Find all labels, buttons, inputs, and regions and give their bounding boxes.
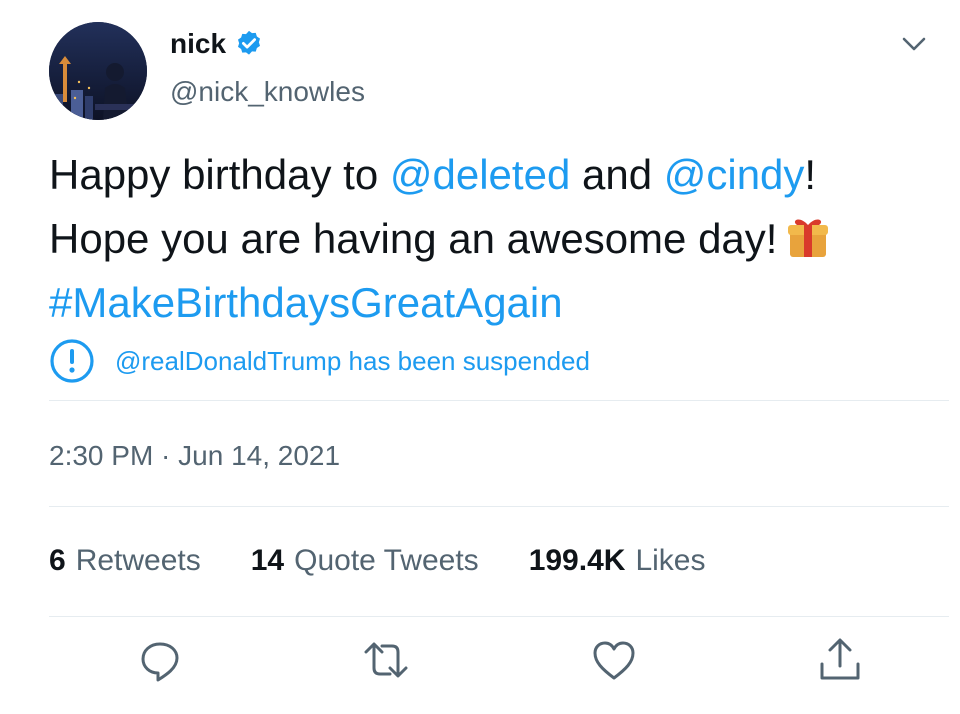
mention-link[interactable]: @deleted <box>390 151 570 198</box>
tweet-line-2: Hope you are having an awesome day! <box>49 207 949 271</box>
retweets-stat[interactable]: 6 Retweets <box>49 544 201 578</box>
hashtag-link[interactable]: #MakeBirthdaysGreatAgain <box>49 279 563 326</box>
alert-circle-icon <box>50 339 94 383</box>
retweets-label: Retweets <box>75 544 201 577</box>
quote-tweets-label: Quote Tweets <box>294 544 479 577</box>
tweet-text: Happy birthday to @deleted and @cindy! H… <box>49 143 949 335</box>
divider <box>49 506 949 507</box>
tweet-text-line2: Hope you are having an awesome day! <box>49 215 778 262</box>
tweet-text-prefix: Happy birthday to <box>49 151 390 198</box>
chevron-down-icon[interactable] <box>898 30 930 58</box>
suspended-notice-text[interactable]: @realDonaldTrump has been suspended <box>115 346 590 377</box>
tweet-timestamp[interactable]: 2:30 PM · Jun 14, 2021 <box>49 440 340 472</box>
reply-icon[interactable] <box>136 636 184 684</box>
like-icon[interactable] <box>590 636 638 684</box>
action-bar <box>0 636 960 686</box>
mention-link[interactable]: @cindy <box>664 151 805 198</box>
tweet-line-1: Happy birthday to @deleted and @cindy! <box>49 143 949 207</box>
engagement-stats: 6 Retweets 14 Quote Tweets 199.4K Likes <box>49 544 755 578</box>
quote-tweets-count: 14 <box>250 544 285 577</box>
likes-count: 199.4K <box>528 544 626 577</box>
gift-icon <box>788 219 829 257</box>
retweet-icon[interactable] <box>362 636 410 684</box>
author-handle[interactable]: @nick_knowles <box>170 76 365 108</box>
avatar-image <box>49 22 147 120</box>
author-name[interactable]: nick <box>170 28 226 60</box>
quote-tweets-stat[interactable]: 14 Quote Tweets <box>251 544 479 578</box>
tweet-text-suffix: ! <box>804 151 817 198</box>
verified-badge-icon <box>238 30 261 55</box>
author-name-row: nick <box>170 28 264 60</box>
divider <box>49 616 949 617</box>
retweets-count: 6 <box>49 544 66 577</box>
avatar[interactable] <box>49 22 147 120</box>
divider <box>49 400 949 401</box>
share-icon[interactable] <box>816 636 864 684</box>
suspended-notice: @realDonaldTrump has been suspended <box>49 338 590 384</box>
tweet-line-3: #MakeBirthdaysGreatAgain <box>49 271 949 335</box>
likes-stat[interactable]: 199.4K Likes <box>529 544 706 578</box>
tweet-text-middle: and <box>570 151 664 198</box>
likes-label: Likes <box>635 544 706 577</box>
